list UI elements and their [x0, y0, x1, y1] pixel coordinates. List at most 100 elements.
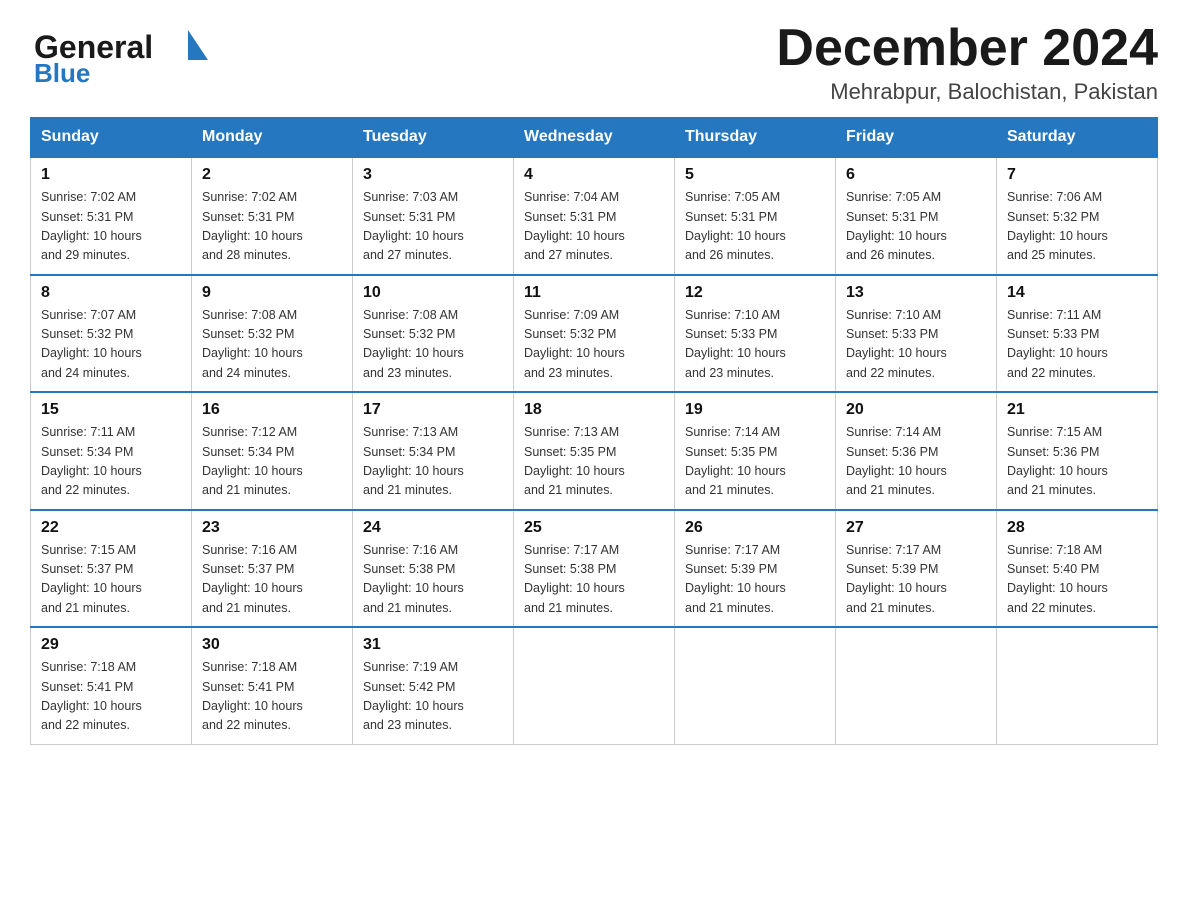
day-info: Sunrise: 7:17 AMSunset: 5:39 PMDaylight:…: [846, 541, 986, 619]
logo-graphic: General Blue: [30, 20, 220, 95]
day-number: 17: [363, 401, 503, 419]
calendar-cell: 16Sunrise: 7:12 AMSunset: 5:34 PMDayligh…: [192, 392, 353, 510]
calendar-cell: 6Sunrise: 7:05 AMSunset: 5:31 PMDaylight…: [836, 157, 997, 275]
day-info: Sunrise: 7:10 AMSunset: 5:33 PMDaylight:…: [685, 306, 825, 384]
day-info: Sunrise: 7:04 AMSunset: 5:31 PMDaylight:…: [524, 188, 664, 266]
calendar-cell: 14 Sunrise: 7:11 AMSunset: 5:33 PMDayligh…: [997, 275, 1158, 393]
day-info: Sunrise: 7:03 AMSunset: 5:31 PMDaylight:…: [363, 188, 503, 266]
day-info: Sunrise: 7:15 AMSunset: 5:36 PMDaylight:…: [1007, 423, 1147, 501]
day-info: Sunrise: 7:08 AMSunset: 5:32 PMDaylight:…: [202, 306, 342, 384]
day-info: Sunrise: 7:10 AMSunset: 5:33 PMDaylight:…: [846, 306, 986, 384]
calendar-cell: 7Sunrise: 7:06 AMSunset: 5:32 PMDaylight…: [997, 157, 1158, 275]
day-number: 6: [846, 166, 986, 184]
page-header: General Blue December 2024 Mehrabpur, Ba…: [30, 20, 1158, 105]
day-info: Sunrise: 7:09 AMSunset: 5:32 PMDaylight:…: [524, 306, 664, 384]
day-info: Sunrise: 7:05 AMSunset: 5:31 PMDaylight:…: [685, 188, 825, 266]
logo: General Blue: [30, 20, 220, 97]
day-info: Sunrise: 7:16 AMSunset: 5:38 PMDaylight:…: [363, 541, 503, 619]
week-row-2: 8 Sunrise: 7:07 AMSunset: 5:32 PMDaylight…: [31, 275, 1158, 393]
calendar-cell: 18 Sunrise: 7:13 AMSunset: 5:35 PMDayligh…: [514, 392, 675, 510]
calendar-cell: 2 Sunrise: 7:02 AMSunset: 5:31 PMDaylight…: [192, 157, 353, 275]
day-number: 16: [202, 401, 342, 419]
calendar-cell: 8 Sunrise: 7:07 AMSunset: 5:32 PMDaylight…: [31, 275, 192, 393]
day-number: 2: [202, 166, 342, 184]
weekday-header-thursday: Thursday: [675, 118, 836, 158]
day-number: 10: [363, 284, 503, 302]
day-number: 15: [41, 401, 181, 419]
day-info: Sunrise: 7:02 AMSunset: 5:31 PMDaylight:…: [41, 188, 181, 266]
day-number: 30: [202, 636, 342, 654]
day-info: Sunrise: 7:17 AMSunset: 5:38 PMDaylight:…: [524, 541, 664, 619]
calendar-cell: [836, 627, 997, 744]
day-info: Sunrise: 7:19 AMSunset: 5:42 PMDaylight:…: [363, 658, 503, 736]
calendar-cell: 10 Sunrise: 7:08 AMSunset: 5:32 PMDayligh…: [353, 275, 514, 393]
day-number: 26: [685, 519, 825, 537]
calendar-table: SundayMondayTuesdayWednesdayThursdayFrid…: [30, 117, 1158, 745]
calendar-cell: 15Sunrise: 7:11 AMSunset: 5:34 PMDayligh…: [31, 392, 192, 510]
day-number: 12: [685, 284, 825, 302]
day-info: Sunrise: 7:08 AMSunset: 5:32 PMDaylight:…: [363, 306, 503, 384]
calendar-cell: [997, 627, 1158, 744]
day-number: 4: [524, 166, 664, 184]
day-info: Sunrise: 7:14 AMSunset: 5:35 PMDaylight:…: [685, 423, 825, 501]
day-number: 11: [524, 284, 664, 302]
calendar-cell: 13 Sunrise: 7:10 AMSunset: 5:33 PMDayligh…: [836, 275, 997, 393]
calendar-cell: 31 Sunrise: 7:19 AMSunset: 5:42 PMDayligh…: [353, 627, 514, 744]
week-row-4: 22Sunrise: 7:15 AMSunset: 5:37 PMDayligh…: [31, 510, 1158, 628]
day-info: Sunrise: 7:15 AMSunset: 5:37 PMDaylight:…: [41, 541, 181, 619]
day-info: Sunrise: 7:07 AMSunset: 5:32 PMDaylight:…: [41, 306, 181, 384]
calendar-cell: 5 Sunrise: 7:05 AMSunset: 5:31 PMDaylight…: [675, 157, 836, 275]
week-row-3: 15Sunrise: 7:11 AMSunset: 5:34 PMDayligh…: [31, 392, 1158, 510]
calendar-cell: 22Sunrise: 7:15 AMSunset: 5:37 PMDayligh…: [31, 510, 192, 628]
week-row-5: 29Sunrise: 7:18 AMSunset: 5:41 PMDayligh…: [31, 627, 1158, 744]
day-info: Sunrise: 7:18 AMSunset: 5:40 PMDaylight:…: [1007, 541, 1147, 619]
location-subtitle: Mehrabpur, Balochistan, Pakistan: [776, 79, 1158, 105]
day-info: Sunrise: 7:13 AMSunset: 5:35 PMDaylight:…: [524, 423, 664, 501]
title-section: December 2024 Mehrabpur, Balochistan, Pa…: [776, 20, 1158, 105]
day-number: 18: [524, 401, 664, 419]
day-number: 13: [846, 284, 986, 302]
day-info: Sunrise: 7:11 AMSunset: 5:33 PMDaylight:…: [1007, 306, 1147, 384]
day-number: 14: [1007, 284, 1147, 302]
day-number: 31: [363, 636, 503, 654]
calendar-cell: 28 Sunrise: 7:18 AMSunset: 5:40 PMDayligh…: [997, 510, 1158, 628]
calendar-cell: 27 Sunrise: 7:17 AMSunset: 5:39 PMDayligh…: [836, 510, 997, 628]
calendar-cell: [675, 627, 836, 744]
day-info: Sunrise: 7:02 AMSunset: 5:31 PMDaylight:…: [202, 188, 342, 266]
calendar-cell: 23 Sunrise: 7:16 AMSunset: 5:37 PMDayligh…: [192, 510, 353, 628]
calendar-cell: 12 Sunrise: 7:10 AMSunset: 5:33 PMDayligh…: [675, 275, 836, 393]
calendar-cell: 9 Sunrise: 7:08 AMSunset: 5:32 PMDaylight…: [192, 275, 353, 393]
calendar-cell: [514, 627, 675, 744]
day-number: 20: [846, 401, 986, 419]
calendar-cell: 11 Sunrise: 7:09 AMSunset: 5:32 PMDayligh…: [514, 275, 675, 393]
calendar-cell: 26 Sunrise: 7:17 AMSunset: 5:39 PMDayligh…: [675, 510, 836, 628]
day-number: 23: [202, 519, 342, 537]
day-number: 27: [846, 519, 986, 537]
weekday-header-saturday: Saturday: [997, 118, 1158, 158]
day-number: 1: [41, 166, 181, 184]
day-info: Sunrise: 7:18 AMSunset: 5:41 PMDaylight:…: [41, 658, 181, 736]
weekday-header-row: SundayMondayTuesdayWednesdayThursdayFrid…: [31, 118, 1158, 158]
day-info: Sunrise: 7:16 AMSunset: 5:37 PMDaylight:…: [202, 541, 342, 619]
day-info: Sunrise: 7:17 AMSunset: 5:39 PMDaylight:…: [685, 541, 825, 619]
month-year-title: December 2024: [776, 20, 1158, 77]
weekday-header-friday: Friday: [836, 118, 997, 158]
calendar-cell: 20Sunrise: 7:14 AMSunset: 5:36 PMDayligh…: [836, 392, 997, 510]
week-row-1: 1 Sunrise: 7:02 AMSunset: 5:31 PMDaylight…: [31, 157, 1158, 275]
calendar-cell: 29Sunrise: 7:18 AMSunset: 5:41 PMDayligh…: [31, 627, 192, 744]
weekday-header-tuesday: Tuesday: [353, 118, 514, 158]
day-info: Sunrise: 7:13 AMSunset: 5:34 PMDaylight:…: [363, 423, 503, 501]
calendar-cell: 25 Sunrise: 7:17 AMSunset: 5:38 PMDayligh…: [514, 510, 675, 628]
day-number: 25: [524, 519, 664, 537]
day-number: 3: [363, 166, 503, 184]
day-number: 8: [41, 284, 181, 302]
day-info: Sunrise: 7:06 AMSunset: 5:32 PMDaylight:…: [1007, 188, 1147, 266]
day-number: 28: [1007, 519, 1147, 537]
calendar-cell: 30Sunrise: 7:18 AMSunset: 5:41 PMDayligh…: [192, 627, 353, 744]
day-number: 9: [202, 284, 342, 302]
day-number: 19: [685, 401, 825, 419]
weekday-header-wednesday: Wednesday: [514, 118, 675, 158]
day-number: 21: [1007, 401, 1147, 419]
day-number: 5: [685, 166, 825, 184]
calendar-cell: 3 Sunrise: 7:03 AMSunset: 5:31 PMDaylight…: [353, 157, 514, 275]
